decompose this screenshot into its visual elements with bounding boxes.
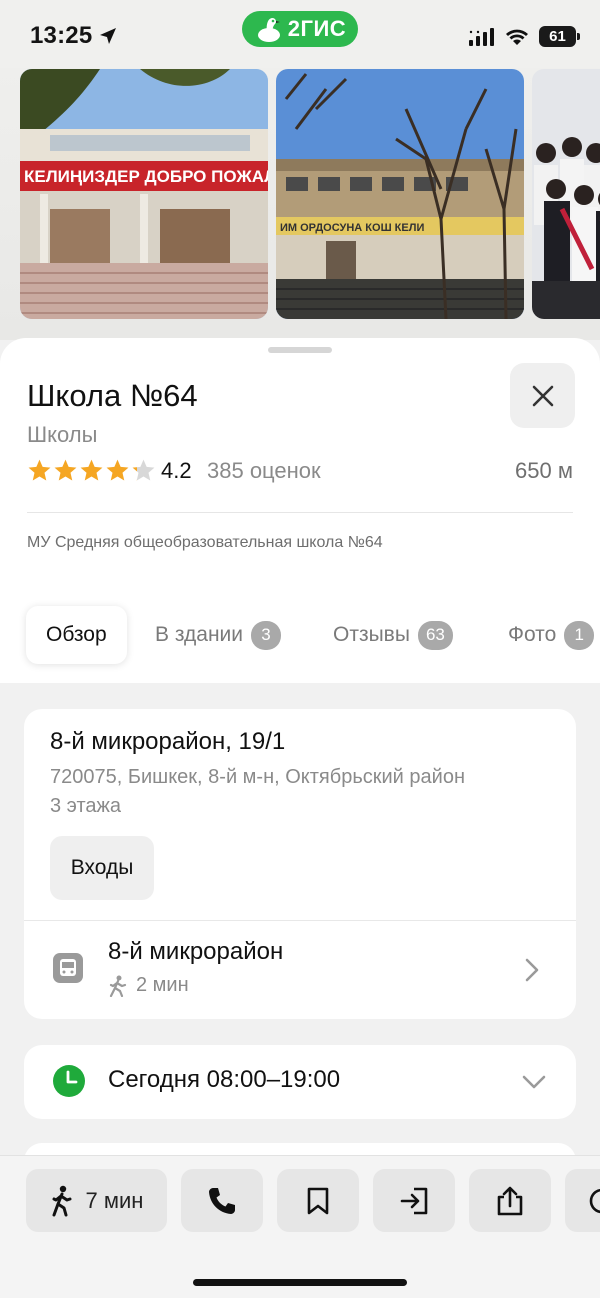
transit-walk: 2 мин: [108, 974, 189, 997]
wifi-icon: [506, 29, 528, 45]
place-sheet: Школа №64 Школы 4.2 385 оценок 650 м МУ …: [0, 338, 600, 683]
photo-1[interactable]: КЕЛИҢИЗДЕР ДОБРО ПОЖАЛ: [20, 69, 268, 319]
star-icon: [54, 459, 77, 481]
place-category: Школы: [27, 422, 98, 447]
star-icon: [28, 459, 51, 481]
tab-in-building[interactable]: В здании 3: [155, 606, 281, 664]
info-icon: [589, 1188, 600, 1213]
rating-row[interactable]: 4.2 385 оценок 650 м: [27, 458, 573, 486]
home-indicator: [193, 1279, 407, 1286]
photo-2-image: ИМ ОРДОСУНА КОШ КЕЛИ: [276, 69, 524, 319]
tab-label: Обзор: [46, 623, 107, 646]
close-icon: [532, 385, 553, 406]
route-button[interactable]: 7 мин: [26, 1169, 167, 1232]
transit-stop-name: 8-й микрорайон: [108, 938, 284, 965]
divider: [24, 920, 576, 921]
status-time: 13:25: [30, 22, 93, 49]
share-icon: [497, 1186, 523, 1215]
star-icon: [106, 459, 129, 481]
tab-reviews[interactable]: Отзывы 63: [333, 606, 453, 664]
walk-icon: [109, 975, 127, 997]
bookmark-button[interactable]: [277, 1169, 359, 1232]
photo-3[interactable]: [532, 69, 600, 319]
bookmark-icon: [307, 1187, 329, 1214]
action-bar: 7 мин: [0, 1155, 600, 1298]
place-title: Школа №64: [27, 378, 198, 413]
tab-photos[interactable]: Фото 1: [508, 606, 595, 664]
tab-overview[interactable]: Обзор: [26, 606, 127, 664]
bus-icon: [53, 953, 83, 983]
entries-button[interactable]: Входы: [50, 836, 154, 900]
rating-count[interactable]: 385 оценок: [207, 458, 321, 484]
brand-text: 2ГИС: [287, 16, 347, 41]
tab-label: В здании: [155, 623, 243, 646]
enter-button[interactable]: [373, 1169, 455, 1232]
address-line: 720075, Бишкек, 8-й м-н, Октябрьский рай…: [50, 766, 465, 788]
walk-time: 2 мин: [136, 974, 189, 996]
photo-gallery[interactable]: КЕЛИҢИЗДЕР ДОБРО ПОЖАЛ ИМ ОРДОСУНА КОШ К…: [0, 68, 600, 340]
rating-value: 4.2: [161, 458, 192, 483]
share-button[interactable]: [469, 1169, 551, 1232]
sheet-grabber[interactable]: [268, 347, 332, 353]
rating-stars: [27, 458, 156, 483]
hours-card[interactable]: Сегодня 08:00–19:00: [24, 1045, 576, 1119]
tab-badge: 3: [251, 620, 281, 650]
enter-icon: [400, 1187, 428, 1214]
star-icon: [132, 459, 155, 481]
divider: [27, 512, 573, 513]
status-bar: 13:25 2ГИС 61: [0, 0, 600, 68]
more-button[interactable]: [565, 1169, 600, 1232]
status-indicators: 61: [469, 26, 580, 47]
photo-1-sign: КЕЛИҢИЗДЕР ДОБРО ПОЖАЛ: [24, 167, 268, 186]
photo-2-sign: ИМ ОРДОСУНА КОШ КЕЛИ: [280, 222, 424, 234]
tab-label: Фото: [508, 623, 557, 646]
address-card: 8-й микрорайон, 19/1 720075, Бишкек, 8-й…: [24, 709, 576, 1019]
address-floors: 3 этажа: [50, 795, 122, 817]
star-icon: [80, 459, 103, 481]
distance: 650 м: [515, 458, 573, 483]
goose-icon: [257, 18, 280, 42]
address-main[interactable]: 8-й микрорайон, 19/1: [50, 728, 285, 756]
tab-badge: 1: [564, 620, 595, 650]
place-full-name: МУ Средняя общеобразовательная школа №64: [27, 534, 383, 551]
chevron-down-icon: [522, 1075, 546, 1089]
route-time: 7 мин: [85, 1187, 144, 1213]
hours-text: Сегодня 08:00–19:00: [108, 1066, 341, 1093]
tab-label: Отзывы: [333, 623, 410, 646]
close-button[interactable]: [510, 363, 575, 428]
phone-icon: [209, 1187, 235, 1214]
photo-3-image: [532, 69, 600, 319]
chevron-right-icon: [525, 958, 539, 982]
address-details: 720075, Бишкек, 8-й м-н, Октябрьский рай…: [50, 763, 560, 821]
walk-icon: [52, 1185, 72, 1216]
photo-1-image: КЕЛИҢИЗДЕР ДОБРО ПОЖАЛ: [20, 69, 268, 319]
location-arrow-icon: [100, 28, 116, 44]
photo-2[interactable]: ИМ ОРДОСУНА КОШ КЕЛИ: [276, 69, 524, 319]
battery-indicator: 61: [539, 26, 580, 47]
tab-bar: Обзор В здании 3 Отзывы 63 Фото 1: [0, 602, 600, 666]
call-button[interactable]: [181, 1169, 263, 1232]
tab-badge: 63: [417, 620, 453, 650]
signal-icon: [469, 27, 494, 46]
clock-icon: [53, 1065, 85, 1097]
brand-logo[interactable]: 2ГИС: [242, 11, 358, 47]
